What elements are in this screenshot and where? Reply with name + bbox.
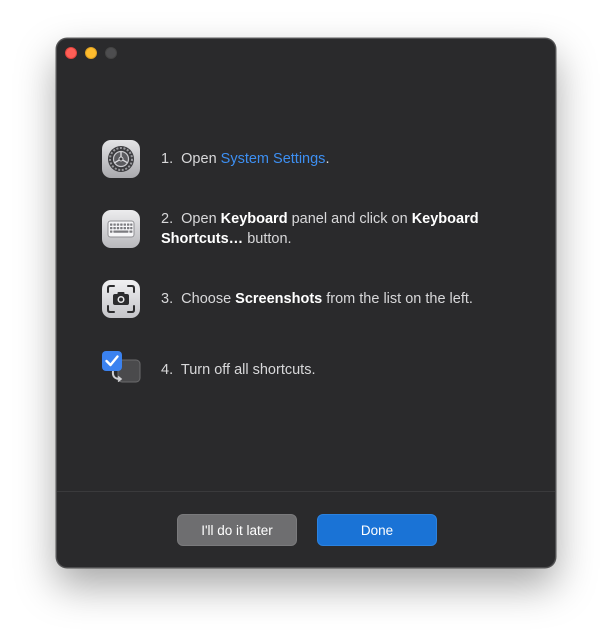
step-1: 1. Open System Settings. — [101, 139, 501, 179]
system-settings-link[interactable]: System Settings — [221, 151, 326, 167]
permissions-window: 1. Open System Settings. 2. Open Keyboar… — [56, 38, 556, 568]
minimize-window-button[interactable] — [85, 47, 97, 59]
zoom-window-button — [105, 47, 117, 59]
step-4-text: 4. Turn off all shortcuts. — [161, 362, 316, 378]
step-2-text: 2. Open Keyboard panel and click on Keyb… — [161, 211, 479, 247]
close-window-button[interactable] — [65, 47, 77, 59]
step-3: 3. Choose Screenshots from the list on t… — [101, 279, 501, 319]
system-settings-gear-icon — [101, 139, 141, 179]
window-controls — [65, 47, 117, 59]
step-1-text: 1. Open System Settings. — [161, 151, 330, 167]
done-button[interactable]: Done — [317, 514, 437, 546]
checkbox-toggle-icon — [101, 350, 141, 390]
step-4: 4. Turn off all shortcuts. — [101, 350, 501, 390]
keyboard-icon — [101, 209, 141, 249]
step-3-text: 3. Choose Screenshots from the list on t… — [161, 291, 473, 307]
do-it-later-button[interactable]: I'll do it later — [177, 514, 297, 546]
step-2: 2. Open Keyboard panel and click on Keyb… — [101, 209, 501, 249]
screenshot-camera-icon — [101, 279, 141, 319]
footer-divider — [57, 491, 555, 492]
